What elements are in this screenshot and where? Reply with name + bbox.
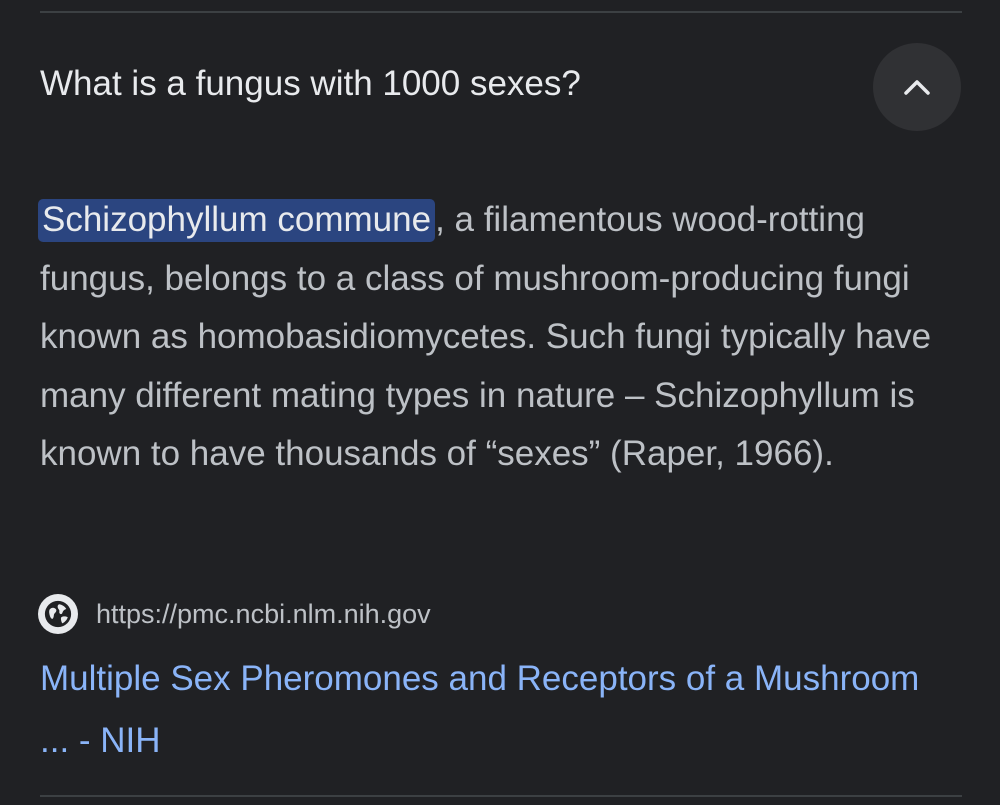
source-title-link[interactable]: Multiple Sex Pheromones and Receptors of… bbox=[40, 648, 940, 772]
source-row[interactable]: https://pmc.ncbi.nlm.nih.gov bbox=[38, 592, 431, 636]
answer-highlight: Schizophyllum commune bbox=[38, 199, 436, 242]
answer-snippet: Schizophyllum commune, a filamentous woo… bbox=[38, 191, 940, 484]
chevron-up-icon bbox=[904, 80, 930, 95]
collapse-button[interactable] bbox=[873, 43, 961, 131]
faq-panel: What is a fungus with 1000 sexes? Schizo… bbox=[0, 0, 1000, 805]
source-url[interactable]: https://pmc.ncbi.nlm.nih.gov bbox=[96, 599, 431, 630]
top-divider bbox=[40, 11, 962, 13]
bottom-divider bbox=[40, 795, 962, 797]
globe-icon bbox=[38, 594, 78, 634]
question-heading[interactable]: What is a fungus with 1000 sexes? bbox=[40, 62, 581, 106]
